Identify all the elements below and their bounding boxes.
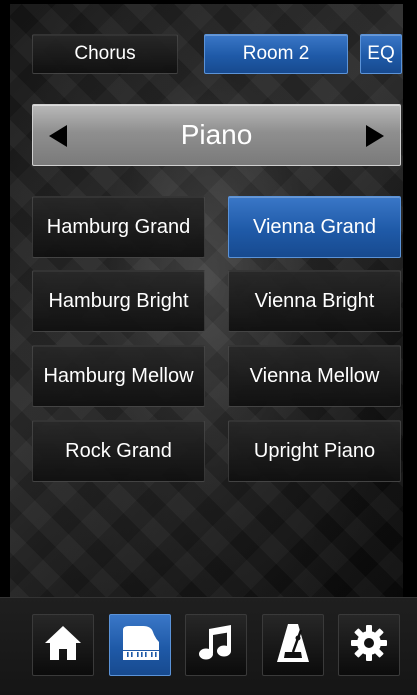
frame-left [0,0,10,597]
eq-button[interactable]: EQ [360,34,402,74]
nav-piano-button[interactable] [109,614,171,676]
voice-button-hamburg-mellow[interactable]: Hamburg Mellow [32,345,205,407]
nav-settings-button[interactable] [338,614,400,676]
gear-icon [349,623,389,668]
room-button[interactable]: Room 2 [204,34,348,74]
triangle-right-icon[interactable] [364,124,386,148]
home-icon [43,624,83,667]
voice-button-vienna-bright[interactable]: Vienna Bright [228,270,401,332]
voice-button-rock-grand[interactable]: Rock Grand [32,420,205,482]
voice-button-hamburg-grand[interactable]: Hamburg Grand [32,196,205,258]
category-selector: Piano [32,104,401,166]
grand-piano-icon [119,624,161,667]
triangle-left-icon[interactable] [47,124,69,148]
frame-right [403,0,417,597]
frame-top [0,0,417,4]
voice-button-upright-piano[interactable]: Upright Piano [228,420,401,482]
nav-home-button[interactable] [32,614,94,676]
chorus-button[interactable]: Chorus [32,34,178,74]
app-screen: Chorus Room 2 EQ Piano Hamburg Grand Vie… [0,0,417,695]
music-note-icon [196,623,236,668]
nav-metronome-button[interactable] [262,614,324,676]
voice-button-vienna-grand[interactable]: Vienna Grand [228,196,401,258]
voice-button-vienna-mellow[interactable]: Vienna Mellow [228,345,401,407]
bottom-nav [0,597,417,695]
category-title: Piano [180,119,253,150]
metronome-icon [275,622,311,669]
voice-button-hamburg-bright[interactable]: Hamburg Bright [32,270,205,332]
nav-music-button[interactable] [185,614,247,676]
